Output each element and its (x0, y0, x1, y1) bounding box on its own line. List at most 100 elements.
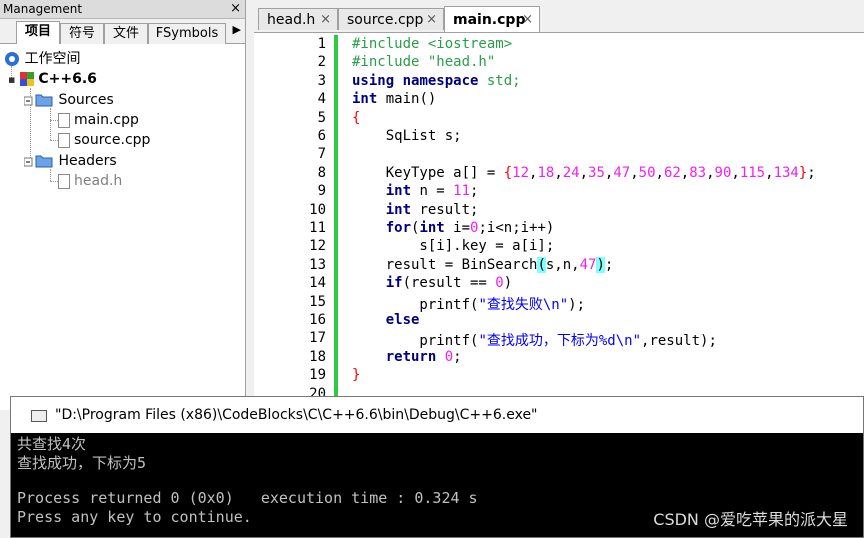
code-token: 62 (663, 164, 681, 181)
code-line[interactable]: using namespace std; (352, 73, 521, 89)
code-line[interactable]: { (352, 110, 360, 126)
code-line[interactable]: return 0; (352, 349, 462, 365)
management-title: Management (3, 2, 83, 16)
code-token: return (385, 348, 437, 365)
tab-label: head.h (267, 12, 316, 28)
code-token: 24 (562, 164, 580, 181)
tab-files[interactable]: 文件 (104, 23, 148, 44)
tab-fsymbols[interactable]: FSymbols (148, 23, 226, 44)
tab-source-cpp[interactable]: source.cpp × (338, 8, 444, 30)
code-token: , (579, 164, 589, 181)
code-token: ;i<n;i++) (478, 220, 555, 236)
console-line: Press any key to continue. (17, 508, 252, 526)
tree-line (50, 169, 51, 181)
code-line[interactable]: #include <iostream> (352, 36, 512, 52)
code-line[interactable]: printf("查找失败\n"); (352, 294, 585, 314)
code-line[interactable]: int result; (352, 202, 479, 218)
code-line[interactable]: int n = 11; (352, 183, 479, 200)
line-number: 4 (317, 91, 326, 108)
code-line[interactable]: } (352, 367, 360, 383)
line-number: 6 (317, 128, 326, 144)
line-number: 10 (309, 201, 326, 218)
close-icon[interactable]: × (230, 0, 241, 18)
code-editor[interactable]: 1 2 3 4 5 6 7 8 9 10 11 12 13 14 15 16 1… (254, 32, 864, 411)
tree-folder-headers[interactable]: Headers (24, 151, 117, 171)
code-token: 50 (638, 164, 656, 181)
code-token: int (419, 220, 445, 236)
code-token: s[i].key = a[i]; (352, 238, 555, 255)
tree-line (50, 108, 51, 140)
collapse-icon[interactable]: ▪ (8, 73, 15, 86)
file-label: main.cpp (74, 112, 139, 128)
code-token: "查找失败\n" (478, 296, 569, 313)
code-token: , (765, 164, 774, 181)
file-icon (58, 173, 70, 189)
console-title: "D:\Program Files (x86)\CodeBlocks\C\C++… (55, 407, 538, 423)
tab-head-h[interactable]: head.h × (258, 8, 338, 30)
code-token: int (385, 183, 412, 200)
code-token: i= (444, 220, 471, 236)
code-token: , (630, 164, 639, 181)
code-token: 18 (537, 164, 555, 181)
code-token: , (731, 164, 740, 181)
code-token: printf( (352, 333, 479, 350)
code-token: #include "head.h" (352, 54, 496, 71)
file-icon (58, 112, 70, 128)
code-token: ); (568, 296, 586, 313)
code-line[interactable]: for(int i=0;i<n;i++) (352, 220, 555, 236)
line-number: 18 (309, 348, 326, 365)
code-token: SqList s; (352, 128, 462, 144)
code-token: if (385, 275, 403, 292)
code-token: printf( (352, 296, 479, 313)
tab-label: source.cpp (347, 12, 424, 28)
code-token: { (503, 164, 513, 181)
close-icon[interactable]: × (320, 9, 331, 31)
code-token: KeyType a[] = (352, 164, 504, 181)
line-number: 3 (317, 72, 326, 89)
code-line[interactable]: s[i].key = a[i]; (352, 238, 554, 254)
folder-open-icon (24, 155, 53, 168)
code-token: ; (470, 183, 479, 200)
tab-symbols[interactable]: 符号 (60, 23, 104, 44)
tab-projects[interactable]: 项目 (16, 21, 60, 44)
tab-main-cpp[interactable]: main.cpp × (444, 6, 540, 32)
line-number: 7 (317, 146, 326, 163)
editor-tab-bar: head.h × source.cpp × main.cpp × (254, 0, 864, 34)
code-line[interactable]: printf("查找成功，下标为%d\n",result); (352, 330, 717, 350)
code-line[interactable]: SqList s; (352, 128, 462, 144)
tree-file-source[interactable]: source.cpp (58, 130, 150, 150)
code-token: else (385, 312, 420, 328)
close-icon[interactable]: × (426, 9, 437, 31)
tree-workspace[interactable]: 工作空间 (4, 49, 80, 69)
console-title-bar[interactable]: "D:\Program Files (x86)\CodeBlocks\C\C++… (11, 397, 863, 433)
tree-project[interactable]: ▪ C++6.6 (8, 69, 97, 89)
code-token: "查找成功，下标为%d\n" (478, 333, 642, 350)
code-token: 83 (689, 164, 707, 181)
code-line[interactable]: KeyType a[] = {12,18,24,35,47,50,62,83,9… (352, 165, 816, 181)
tree-file-main[interactable]: main.cpp (58, 110, 139, 130)
code-token: 47 (613, 164, 631, 181)
close-icon[interactable]: × (522, 7, 533, 33)
code-line[interactable]: else (352, 312, 420, 328)
code-token: ,result); (641, 333, 717, 350)
workspace-icon (5, 52, 19, 66)
scroll-right-icon[interactable]: ▶ (233, 23, 241, 36)
code-line[interactable]: int main() (352, 91, 436, 107)
console-line: 查找成功，下标为5 (17, 454, 147, 472)
project-label: C++6.6 (38, 71, 97, 87)
code-token: #include <iostream> (352, 36, 513, 52)
change-bar (334, 35, 338, 411)
code-line[interactable]: #include "head.h" (352, 54, 495, 70)
code-line[interactable]: result = BinSearch(s,n,47); (352, 256, 613, 273)
line-number: 11 (309, 220, 326, 236)
code-token: for (385, 220, 412, 236)
tree-file-head[interactable]: head.h (58, 171, 122, 191)
code-line[interactable]: if(result == 0) (352, 275, 512, 291)
tree-folder-sources[interactable]: Sources (24, 90, 114, 110)
watermark: CSDN @爱吃苹果的派大星 (653, 510, 848, 529)
code-token: , (680, 164, 690, 181)
